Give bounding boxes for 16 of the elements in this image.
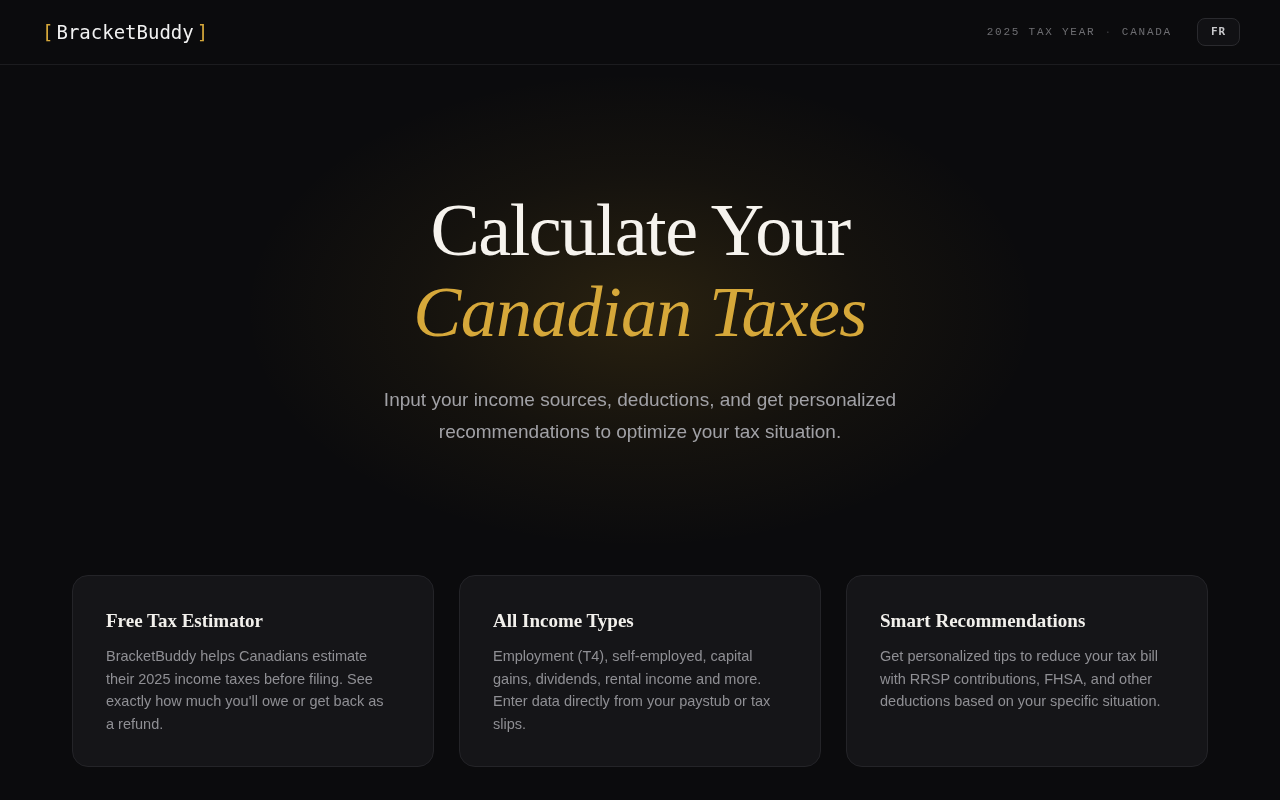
- card-description: Employment (T4), self-employed, capital gains, dividends, rental income and more. Enter data directly from your paystub or tax slips.: [493, 647, 772, 734]
- language-button[interactable]: FR: [1197, 18, 1240, 46]
- bracket: [: [42, 19, 54, 45]
- card-description: BracketBuddy helps Canadians estimate their 2025 income taxes before filing. See exactly how much you'll owe or get back as a refund.: [106, 647, 385, 734]
- card-title: All Income Types: [493, 609, 635, 633]
- country-label: CANADA: [1121, 24, 1172, 40]
- card-description: Get personalized tips to reduce your tax bill with RRSP contributions, FHSA, and other deductions based on your specific situation.: [880, 647, 1162, 711]
- bracket: ]: [196, 19, 209, 45]
- tax-year-label: 2025 TAX YEAR: [986, 24, 1096, 40]
- card-title: Free Tax Estimator: [106, 609, 264, 633]
- hero-subtitle: Input your income sources, deductions, and get personalized recommendations to optimize your tax situation.: [382, 388, 898, 444]
- card-title: Smart Recommendations: [880, 609, 1087, 633]
- hero-title-highlight: Canadian Taxes: [413, 271, 867, 353]
- brand-name: BracketBuddy: [56, 19, 194, 45]
- hero-title: Calculate Your: [430, 189, 850, 271]
- separator-dot: ·: [1104, 24, 1113, 40]
